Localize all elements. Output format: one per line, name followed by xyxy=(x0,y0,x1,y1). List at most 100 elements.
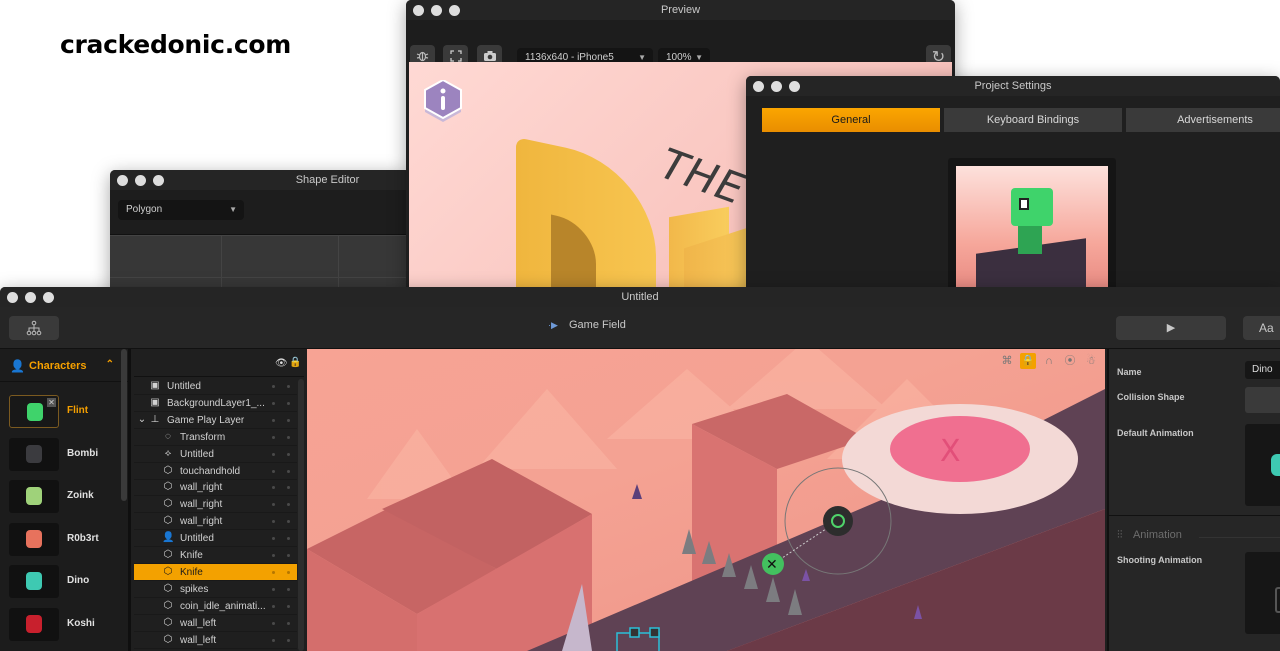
bug-icon[interactable]: ☃ xyxy=(1083,353,1099,369)
visibility-toggle[interactable] xyxy=(272,537,275,541)
layer-row[interactable]: 👤 Untitled xyxy=(134,530,297,548)
hierarchy-button[interactable] xyxy=(9,316,59,340)
visibility-toggle[interactable] xyxy=(272,503,275,507)
visibility-toggle[interactable] xyxy=(272,418,275,422)
zoom-button[interactable] xyxy=(153,175,164,186)
visibility-toggle[interactable] xyxy=(272,469,275,473)
scene-title-text: THE xyxy=(649,140,756,213)
zoom-button[interactable] xyxy=(789,81,800,92)
chevron-down-icon[interactable]: ⌄ xyxy=(136,414,148,425)
zoom-button[interactable] xyxy=(449,5,460,16)
tab-general[interactable]: General xyxy=(762,108,940,132)
characters-header[interactable]: 👤 Characters ⌃ xyxy=(0,349,128,382)
lock-toggle[interactable] xyxy=(287,435,290,439)
close-button[interactable] xyxy=(117,175,128,186)
close-button[interactable] xyxy=(7,292,18,303)
lock-toggle[interactable] xyxy=(287,520,290,524)
close-button[interactable] xyxy=(753,81,764,92)
layer-row[interactable]: ◌ Transform xyxy=(134,429,297,446)
layer-row[interactable]: ⬡ Knife xyxy=(134,563,297,581)
visibility-toggle[interactable] xyxy=(272,385,275,388)
visibility-toggle[interactable] xyxy=(272,638,275,642)
character-item[interactable]: R0b3rt xyxy=(9,522,124,556)
lock-toggle[interactable] xyxy=(287,385,290,388)
image-layer-icon: ▣ xyxy=(150,380,160,391)
character-item[interactable]: Zoink xyxy=(9,480,124,513)
visibility-toggle[interactable] xyxy=(272,486,275,490)
layer-row[interactable]: ⌄ ⊥ Game Play Layer xyxy=(134,412,297,429)
magnet-icon[interactable]: ∩ xyxy=(1041,353,1057,369)
lock-toggle[interactable] xyxy=(287,537,290,541)
minimize-button[interactable] xyxy=(771,81,782,92)
name-input[interactable]: Dino xyxy=(1245,361,1280,379)
chevron-up-icon[interactable]: ⌃ xyxy=(106,359,114,370)
collision-shape-field[interactable] xyxy=(1245,387,1280,413)
shape-grid[interactable] xyxy=(110,235,410,295)
remove-icon[interactable]: ✕ xyxy=(47,398,56,407)
layer-row[interactable]: ⬡ wall_right xyxy=(134,496,297,514)
lock-toggle[interactable] xyxy=(287,554,290,557)
bug-icon xyxy=(416,51,429,62)
zoom-button[interactable] xyxy=(43,292,54,303)
lock-icon[interactable]: 🔒 xyxy=(289,357,301,368)
layer-row[interactable]: ⬡ Knife xyxy=(134,547,297,564)
layer-row[interactable]: ▣ Untitled xyxy=(134,378,297,395)
tab-keyboard-bindings[interactable]: Keyboard Bindings xyxy=(944,108,1122,132)
breadcrumb-game-field[interactable]: Game Field xyxy=(569,319,626,331)
cheese-letter-d xyxy=(516,137,656,295)
layers-scrollbar[interactable] xyxy=(298,379,304,651)
layer-row[interactable]: ⬡ spikes xyxy=(134,581,297,598)
layer-row[interactable]: ⬡ coin_idle_animati... xyxy=(134,598,297,615)
lock-toggle[interactable] xyxy=(287,418,290,422)
layer-row[interactable]: ⬡ wall_right xyxy=(134,479,297,497)
tab-advertisements[interactable]: Advertisements xyxy=(1126,108,1280,132)
lock-toggle[interactable] xyxy=(287,503,290,507)
lock-toggle[interactable] xyxy=(287,452,290,456)
close-button[interactable] xyxy=(413,5,424,16)
link-icon[interactable]: ⦿ xyxy=(1062,353,1078,369)
character-item[interactable]: ✕ Flint xyxy=(9,395,124,428)
game-field-canvas[interactable]: X ✕ ⌘ 🔒 ∩ ⦿ ☃ xyxy=(307,349,1105,651)
characters-scrollbar[interactable] xyxy=(121,349,127,501)
lock-toggle[interactable] xyxy=(287,621,290,625)
layer-row[interactable]: ⬡ wall_left xyxy=(134,615,297,632)
minimize-button[interactable] xyxy=(135,175,146,186)
shooting-animation-preview[interactable] xyxy=(1245,552,1280,634)
hexagon-icon: ⬡ xyxy=(163,599,173,611)
lock-toggle[interactable] xyxy=(287,469,290,473)
shape-type-select[interactable]: Polygon ▼ xyxy=(118,200,244,220)
lock-icon[interactable]: 🔒 xyxy=(1020,353,1036,369)
character-item[interactable]: Bombi xyxy=(9,437,124,471)
lock-toggle[interactable] xyxy=(287,570,290,574)
font-button[interactable]: Aa xyxy=(1243,316,1280,340)
layer-row[interactable]: ⬡ wall_right xyxy=(134,513,297,531)
visibility-toggle[interactable] xyxy=(272,452,275,456)
visibility-toggle[interactable] xyxy=(272,621,275,625)
layer-row[interactable]: ⟡ Untitled xyxy=(134,446,297,463)
lock-toggle[interactable] xyxy=(287,401,290,405)
lock-toggle[interactable] xyxy=(287,604,290,608)
lock-toggle[interactable] xyxy=(287,587,290,591)
lock-toggle[interactable] xyxy=(287,638,290,642)
hexagon-icon: ⬡ xyxy=(163,498,173,510)
layer-row[interactable]: ⬡ wall_left xyxy=(134,632,297,649)
visibility-toggle[interactable] xyxy=(272,554,275,557)
layer-row[interactable]: ⬡ touchandhold xyxy=(134,463,297,480)
minimize-button[interactable] xyxy=(431,5,442,16)
visibility-toggle[interactable] xyxy=(272,435,275,439)
character-item[interactable]: Koshi xyxy=(9,607,124,641)
visibility-toggle[interactable] xyxy=(272,401,275,405)
visibility-toggle[interactable] xyxy=(272,520,275,524)
play-button[interactable]: ▶ xyxy=(1116,316,1226,340)
minimize-button[interactable] xyxy=(25,292,36,303)
visibility-toggle[interactable] xyxy=(272,587,275,591)
visibility-icon[interactable]: 👁 xyxy=(275,358,288,369)
connect-icon[interactable]: ⌘ xyxy=(999,353,1015,369)
visibility-toggle[interactable] xyxy=(272,604,275,608)
layer-row[interactable]: ▣ BackgroundLayer1_... xyxy=(134,395,297,412)
app-icon-frame[interactable] xyxy=(948,158,1116,295)
lock-toggle[interactable] xyxy=(287,486,290,490)
character-item[interactable]: Dino xyxy=(9,565,124,598)
visibility-toggle[interactable] xyxy=(272,570,275,574)
default-animation-preview[interactable] xyxy=(1245,424,1280,506)
